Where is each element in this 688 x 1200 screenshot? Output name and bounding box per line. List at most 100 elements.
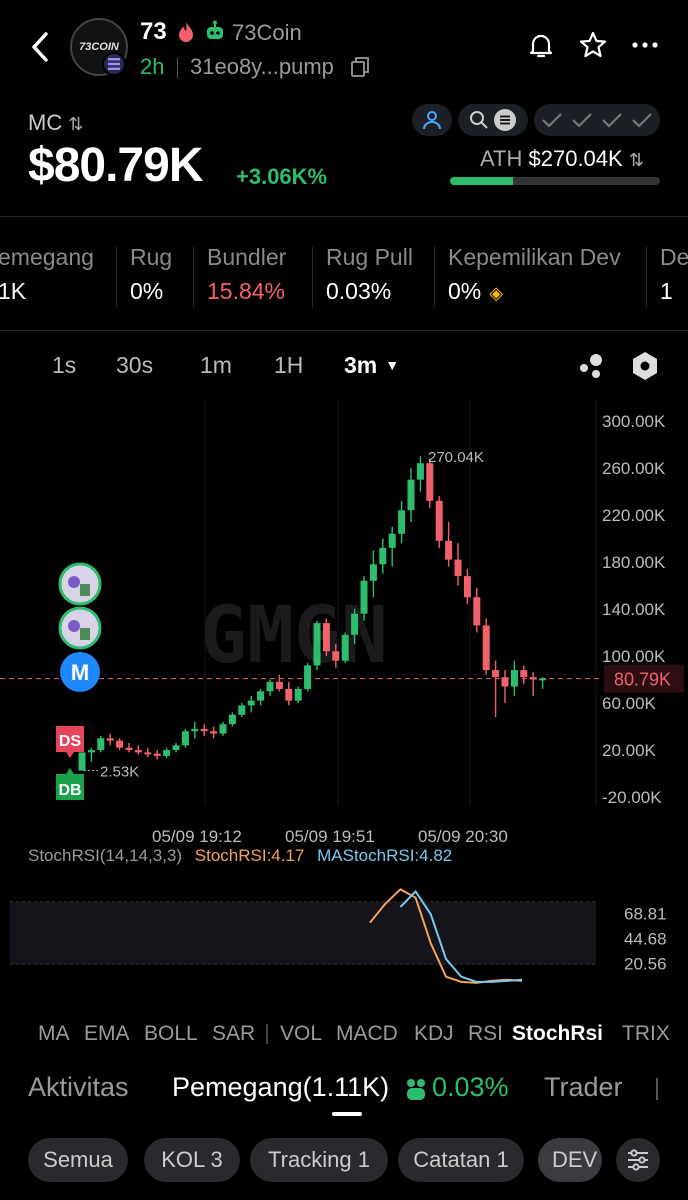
tab-overflow-divider xyxy=(656,1078,658,1100)
solana-chain-icon xyxy=(102,52,126,76)
market-cap-label[interactable]: MC ⇅ xyxy=(28,110,83,136)
stat-value: 0% xyxy=(130,278,164,304)
tab-activity[interactable]: Aktivitas xyxy=(28,1072,129,1103)
stat-separator xyxy=(646,246,647,308)
contract-address[interactable]: 31eo8y...pump xyxy=(190,54,334,80)
timeframe-1H[interactable]: 1H xyxy=(274,352,303,379)
filter-chip[interactable]: DEV xyxy=(538,1138,602,1182)
y-tick-label: 180.00K xyxy=(602,553,666,572)
indicator-tab-rsi[interactable]: RSI xyxy=(468,1022,503,1046)
security-checks-pill[interactable] xyxy=(534,104,660,136)
sliders-icon xyxy=(628,1149,648,1171)
stat-label: Rug xyxy=(130,244,173,270)
y-tick-label: 260.00K xyxy=(602,459,666,478)
search-pill[interactable] xyxy=(458,104,528,136)
filter-chip[interactable]: Semua xyxy=(28,1138,128,1182)
migration-marker-label: M xyxy=(71,660,89,685)
ath-row[interactable]: ATH $270.04K ⇅ xyxy=(480,146,644,172)
x-tick-label: 05/09 19:51 xyxy=(285,827,375,846)
candle xyxy=(520,670,528,678)
dev-sell-marker-label: DS xyxy=(59,733,82,750)
candle xyxy=(426,463,434,501)
stochrsi-band xyxy=(10,901,596,965)
market-cap-change: +3.06K% xyxy=(236,164,328,189)
settings-hexagon-icon[interactable] xyxy=(630,350,660,382)
filter-chip[interactable]: Tracking 1 xyxy=(250,1138,388,1182)
market-cap-value: $80.79K xyxy=(28,139,203,192)
candle xyxy=(529,677,537,680)
timeframe-30s[interactable]: 30s xyxy=(116,352,153,379)
timeframe-3m[interactable]: 3m ▼ xyxy=(344,352,399,379)
indicator-tab-macd[interactable]: MACD xyxy=(336,1022,398,1046)
stochrsi-level-label: 20.56 xyxy=(624,955,667,974)
timeframe-1s[interactable]: 1s xyxy=(52,352,76,379)
candle xyxy=(454,559,462,577)
candle xyxy=(238,705,246,715)
candle xyxy=(313,623,321,666)
back-arrow-icon[interactable] xyxy=(28,30,52,64)
candle xyxy=(266,681,274,692)
tab-traders[interactable]: Trader xyxy=(544,1072,623,1103)
candle xyxy=(435,500,443,541)
stat-separator xyxy=(312,246,313,308)
caret-down-icon: ▼ xyxy=(385,357,400,373)
candle xyxy=(257,691,265,701)
avatar-figure xyxy=(80,584,90,596)
header-separator xyxy=(177,58,178,78)
candle xyxy=(294,688,302,701)
candle xyxy=(172,745,180,751)
indicator-tab-boll[interactable]: BOLL xyxy=(144,1022,198,1046)
candle xyxy=(369,564,377,581)
check-icon xyxy=(602,113,622,128)
stat-separator xyxy=(116,246,117,308)
candle xyxy=(228,714,236,725)
candle xyxy=(388,533,396,548)
indicator-tab-trix[interactable]: TRIX xyxy=(622,1022,670,1046)
indicator-tab-vol[interactable]: VOL xyxy=(280,1022,322,1046)
filter-settings-button[interactable] xyxy=(616,1138,660,1182)
candle xyxy=(322,623,330,652)
user-filter-button[interactable] xyxy=(412,104,452,136)
candle xyxy=(125,747,133,751)
low-label: 2.53K xyxy=(100,764,139,781)
candle xyxy=(134,750,142,753)
token-age: 2h xyxy=(140,54,165,79)
star-icon[interactable] xyxy=(578,30,608,60)
timeframe-1m[interactable]: 1m xyxy=(200,352,232,379)
token-full-name: 73Coin xyxy=(232,20,302,45)
indicator-tab-stochrsi[interactable]: StochRsi xyxy=(512,1022,603,1046)
stochrsi-legend: StochRSI(14,14,3,3) StochRSI:4.17 MAStoc… xyxy=(28,846,452,866)
candle xyxy=(219,724,227,734)
y-tick-label: 140.00K xyxy=(602,600,666,619)
stat-separator xyxy=(193,246,194,308)
holder-icon xyxy=(407,1079,425,1100)
indicator-tab-kdj[interactable]: KDJ xyxy=(414,1022,454,1046)
copy-icon[interactable] xyxy=(350,56,370,78)
stochrsi-chart[interactable]: 68.81 44.68 20.56 xyxy=(0,870,688,1000)
indicator-tab-ema[interactable]: EMA xyxy=(84,1022,130,1046)
candle xyxy=(191,728,199,732)
more-icon[interactable] xyxy=(630,30,660,60)
avatar-figure xyxy=(68,620,80,632)
avatar-figure xyxy=(68,576,80,588)
high-label: 270.04K xyxy=(428,449,484,466)
candle xyxy=(116,740,124,748)
candle xyxy=(181,731,189,746)
candle xyxy=(463,576,471,598)
filter-chip[interactable]: KOL 3 xyxy=(144,1138,240,1182)
drawing-tools-icon[interactable] xyxy=(576,352,606,380)
price-chart[interactable]: 300.00K 260.00K 220.00K 180.00K 140.00K 100.0… xyxy=(0,390,688,850)
indicator-tab-ma[interactable]: MA xyxy=(38,1022,70,1046)
stat-label: De xyxy=(660,244,688,270)
candle xyxy=(360,580,368,614)
candle xyxy=(153,753,161,756)
divider xyxy=(0,330,688,331)
tab-holders[interactable]: Pemegang(1.11K) xyxy=(172,1072,389,1103)
check-icon xyxy=(632,113,652,128)
x-tick-label: 05/09 19:12 xyxy=(152,827,242,846)
indicator-tab-sar[interactable]: SAR xyxy=(212,1022,255,1046)
filter-chip[interactable]: Catatan 1 xyxy=(398,1138,524,1182)
bell-icon[interactable] xyxy=(526,30,556,60)
y-tick-label: 100.00K xyxy=(602,647,666,666)
y-tick-label: -20.00K xyxy=(602,788,662,807)
